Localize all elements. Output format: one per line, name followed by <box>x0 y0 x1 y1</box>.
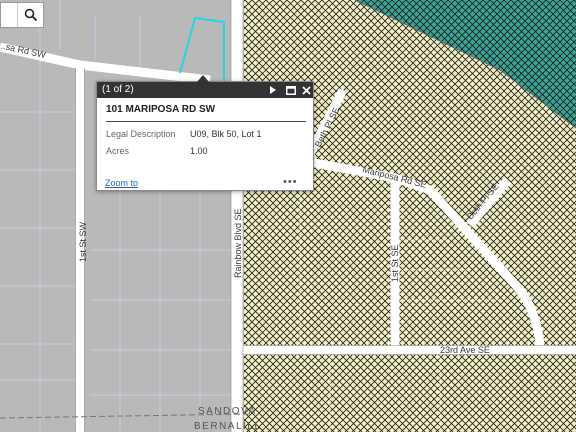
maximize-icon <box>286 85 296 95</box>
feature-popup: (1 of 2) 101 MARIPOSA RD SW Legal Descri… <box>96 75 314 191</box>
search-widget <box>0 2 44 28</box>
label-1st-st-se: 1st St SE <box>390 244 400 282</box>
attr-value-legal-description: U09, Blk 50, Lot 1 <box>190 129 262 139</box>
popup-title: 101 MARIPOSA RD SW <box>106 104 216 115</box>
map-canvas[interactable]: ...sa Rd SW 1st St SW Rainbow Blvd SE Be… <box>0 0 576 432</box>
more-actions-button[interactable]: ••• <box>283 176 298 188</box>
attr-label-legal-description: Legal Description <box>106 129 176 139</box>
popup-maximize-button[interactable] <box>285 84 297 96</box>
popup-close-button[interactable] <box>300 84 312 96</box>
zoom-to-link[interactable]: Zoom to <box>105 178 138 188</box>
label-rainbow-blvd: Rainbow Blvd SE <box>233 208 243 278</box>
popup-pointer <box>197 75 209 82</box>
next-icon <box>270 86 276 94</box>
attr-label-acres: Acres <box>106 146 130 156</box>
attr-value-acres: 1.00 <box>190 146 208 156</box>
search-input[interactable] <box>1 3 18 27</box>
label-23rd-ave-se: 23rd Ave SE <box>440 345 490 355</box>
close-icon <box>301 85 311 95</box>
search-icon <box>24 8 38 22</box>
popup-next-button[interactable] <box>267 84 279 96</box>
search-button[interactable] <box>19 3 43 27</box>
label-sandoval: SANDOVA <box>198 406 257 417</box>
popup-header: (1 of 2) <box>97 82 313 98</box>
label-1st-st-sw: 1st St SW <box>78 221 88 262</box>
popup-divider <box>106 121 306 122</box>
label-bernalillo: BERNALILL <box>194 421 261 432</box>
popup-feature-count: (1 of 2) <box>102 84 134 95</box>
